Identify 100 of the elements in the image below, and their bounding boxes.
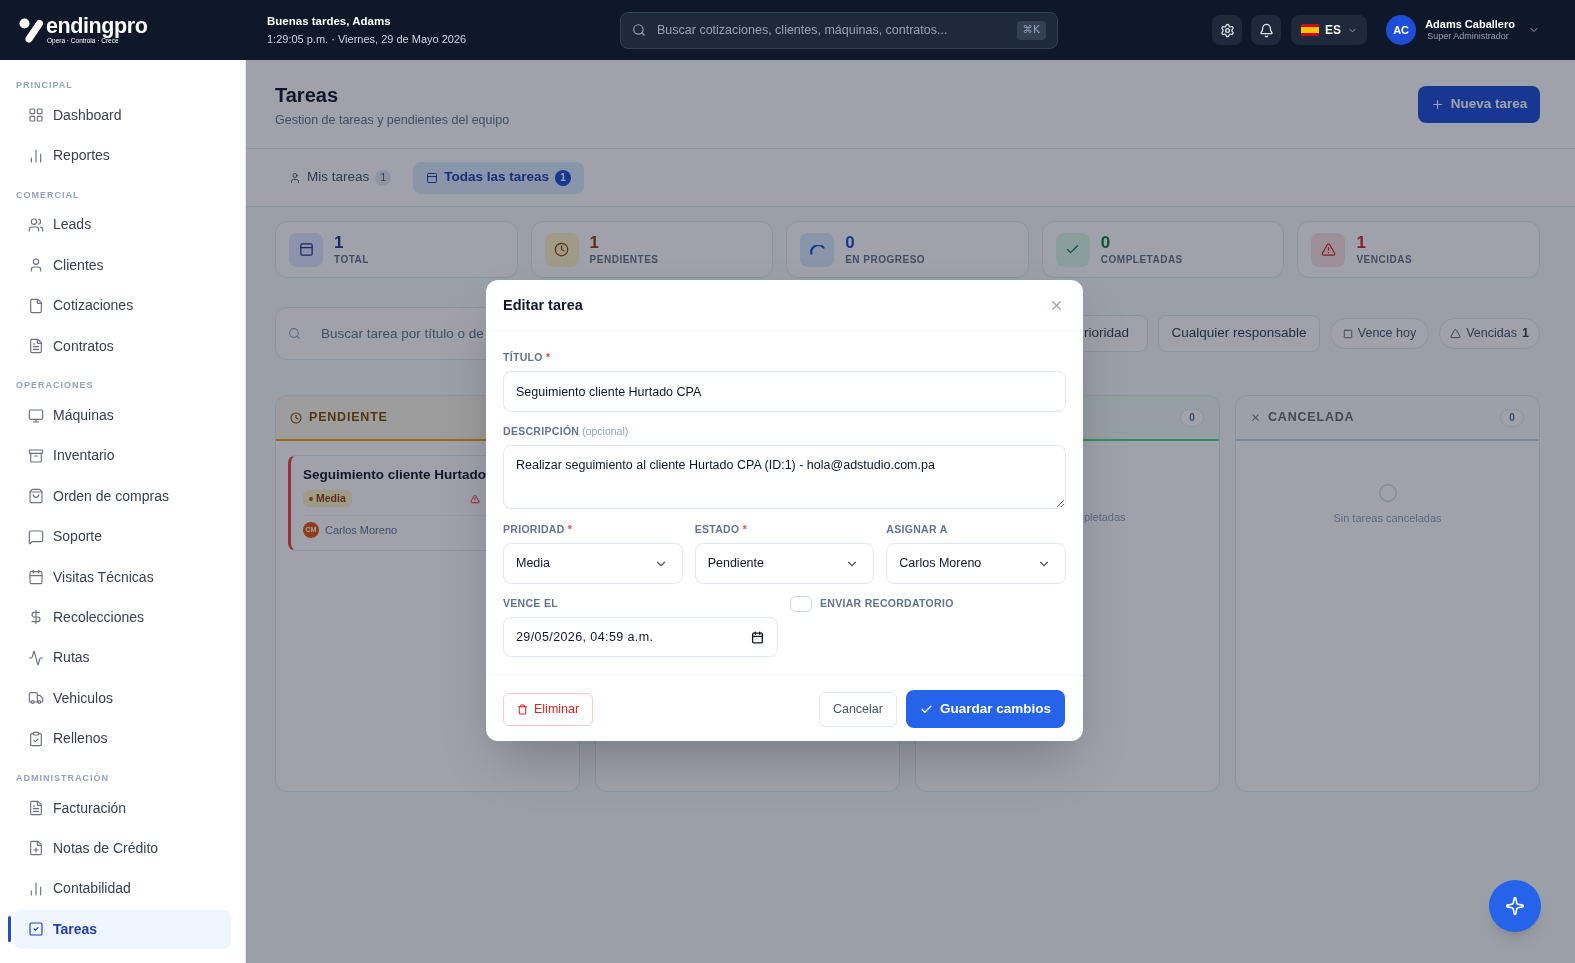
language-selector[interactable]: ES <box>1291 15 1368 45</box>
truck-icon <box>28 690 44 707</box>
archive-box-icon <box>28 447 44 464</box>
sidebar-item[interactable]: Contabilidad <box>14 869 231 909</box>
check-square-icon <box>28 921 44 938</box>
stat-label: TOTAL <box>334 254 369 266</box>
sidebar-section-title: PRINCIPAL <box>16 79 73 91</box>
select-field[interactable]: Media <box>503 543 683 584</box>
clock-icon <box>290 411 302 424</box>
close-icon[interactable] <box>1049 298 1064 313</box>
cancel-button[interactable]: Cancelar <box>818 691 897 727</box>
field-label: DESCRIPCIÓN (opcional) <box>503 425 629 437</box>
panel-icon <box>426 171 439 184</box>
stat-label: EN PROGRESO <box>845 254 926 266</box>
dialog-title: Editar tarea <box>503 295 583 315</box>
filter-select[interactable]: Cualquier responsable <box>1158 315 1320 352</box>
sidebar-section-title: OPERACIONES <box>16 379 94 392</box>
plus-icon <box>1430 98 1444 111</box>
square-icon <box>1342 328 1353 339</box>
bag-icon <box>28 488 44 505</box>
stat-label: VENCIDAS <box>1356 254 1413 266</box>
users-icon <box>28 216 44 233</box>
empty-state-text: Sin tareas canceladas <box>1333 511 1442 525</box>
tab-count: 1 <box>375 169 392 186</box>
sidebar-item[interactable]: Tareas <box>14 909 231 949</box>
stat-label: PENDIENTES <box>589 254 659 266</box>
sidebar-item[interactable]: Cotizaciones <box>14 286 231 326</box>
filter-chip[interactable]: Vencidas 1 <box>1439 318 1540 349</box>
title-input[interactable]: Seguimiento cliente Hurtado CPA <box>503 371 1066 412</box>
user-icon <box>289 171 301 184</box>
sidebar-item[interactable]: Dashboard <box>14 95 231 135</box>
sidebar-item[interactable]: Rellenos <box>14 719 231 759</box>
tab[interactable]: Mis tareas 1 <box>276 161 405 194</box>
select-field[interactable]: Pendiente <box>694 543 875 584</box>
filter-chip[interactable]: Vence hoy <box>1330 318 1429 349</box>
field-label: ESTADO * <box>694 523 748 535</box>
stat-value: 1 <box>1356 233 1366 252</box>
priority-text: Media <box>316 490 346 506</box>
stat-label: COMPLETADAS <box>1100 254 1183 266</box>
new-task-button[interactable]: Nueva tarea <box>1418 86 1540 123</box>
logo-icon <box>19 17 45 43</box>
tab-count: 1 <box>555 169 572 186</box>
sparkle-icon <box>1505 896 1525 916</box>
sidebar-item[interactable]: Notas de Crédito <box>14 828 231 868</box>
flag-icon <box>1301 24 1320 36</box>
warning-icon <box>469 493 480 504</box>
sidebar-item[interactable]: Clientes <box>14 245 231 285</box>
tab[interactable]: Todas las tareas 1 <box>413 161 585 194</box>
notifications-button[interactable] <box>1251 15 1282 45</box>
sidebar-item[interactable]: Facturación <box>14 788 231 828</box>
clipboard-check-icon <box>28 730 44 747</box>
stat-value: 1 <box>589 233 600 252</box>
sidebar-item[interactable]: Contratos <box>14 326 231 366</box>
bar-chart-icon <box>28 147 44 164</box>
assignee-name: Carlos Moreno <box>325 522 398 538</box>
sidebar-item[interactable]: Soporte <box>14 517 231 557</box>
avatar-initials[interactable]: AC <box>1386 15 1417 45</box>
delete-button[interactable]: Eliminar <box>503 692 594 726</box>
sidebar-item[interactable]: Vehiculos <box>14 678 231 718</box>
sidebar-item[interactable]: Visitas Técnicas <box>14 557 231 597</box>
sidebar-item[interactable]: Orden de compras <box>14 476 231 516</box>
bell-icon <box>1258 22 1274 38</box>
sidebar-item[interactable]: Rutas <box>14 638 231 678</box>
settings-button[interactable] <box>1212 15 1243 45</box>
sidebar-item[interactable]: Recolecciones <box>14 598 231 637</box>
date-time-text: 1:29:05 p.m. · Viernes, 29 de Mayo 2026 <box>267 32 468 47</box>
sidebar-item[interactable]: Leads <box>14 205 231 245</box>
chat-bubble-icon <box>28 528 44 545</box>
search-icon <box>632 23 646 37</box>
bar-chart-icon <box>28 880 44 897</box>
trash-icon <box>517 703 528 715</box>
user-role: Super Administrador <box>1426 31 1510 42</box>
file-plus-icon <box>28 840 44 857</box>
sidebar-section-title: COMERCIAL <box>16 188 80 201</box>
grid-icon <box>28 107 44 124</box>
column-title: PENDIENTE <box>309 409 388 427</box>
x-icon <box>1250 412 1261 423</box>
field-label: ASIGNAR A <box>886 523 948 535</box>
reminder-checkbox[interactable] <box>790 596 812 612</box>
sidebar-item[interactable]: Máquinas <box>14 396 231 436</box>
column-title: CANCELADA <box>1268 409 1355 427</box>
empty-ring-icon <box>1377 483 1398 503</box>
settings-icon <box>1219 22 1235 38</box>
description-textarea[interactable]: Realizar seguimiento al cliente Hurtado CPA (ID:1) - hola@adstudio.com.pa <box>503 445 1066 509</box>
pulse-line-icon <box>28 649 44 666</box>
selection-bar <box>8 916 11 943</box>
sidebar-item[interactable]: Inventario <box>14 436 231 476</box>
select-field[interactable]: Carlos Moreno <box>886 543 1066 584</box>
page-subtitle: Gestion de tareas y pendientes del equipo <box>275 112 510 129</box>
date-time-field[interactable]: 29/05/2026, 04:59 a.m. <box>503 617 778 657</box>
empty-state-text: pletadas <box>1084 510 1126 524</box>
stat-value: 0 <box>1100 233 1111 252</box>
field-label: TÍTULO * <box>503 351 551 363</box>
stat-value: 0 <box>845 233 855 252</box>
calendar-icon <box>28 569 44 586</box>
sidebar-item[interactable]: Reportes <box>14 136 231 176</box>
column-count: 0 <box>1500 408 1524 427</box>
save-button[interactable]: Guardar cambios <box>905 690 1065 728</box>
calendar-icon <box>751 630 764 644</box>
stat-value: 1 <box>334 233 344 252</box>
